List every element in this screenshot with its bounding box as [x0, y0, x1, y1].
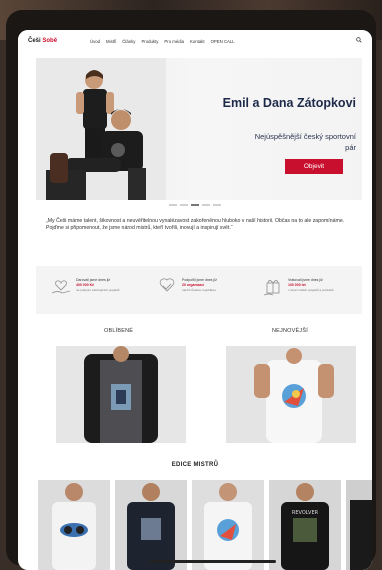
hero-couple-photo: [36, 58, 166, 200]
carousel-dot[interactable]: [202, 204, 210, 206]
heart-hand-icon: [51, 280, 71, 294]
intro-quote: „My Češi máme talent, šikovnost a neuvěř…: [46, 218, 345, 232]
impact-item-years: Vratovali jsme dnes již 100 000 let v rá…: [262, 275, 362, 305]
site-logo[interactable]: Češi Sobě: [28, 38, 57, 44]
product-photo-white-tee: [226, 346, 356, 443]
impact-item-organizations: Podpořili jsme dnes již 20 organizací na…: [156, 275, 256, 305]
impact-label: Podpořili jsme dnes již: [182, 278, 217, 282]
nav-item-kontakt[interactable]: Kontakt: [190, 39, 205, 44]
impact-label: Vratovali jsme dnes již: [288, 278, 323, 282]
impact-value: 20 organizací: [182, 283, 205, 287]
browser-screen: Češi Sobě Úvod Mistři Články Produkty Pr…: [18, 30, 372, 570]
carousel-dot[interactable]: [213, 204, 221, 206]
product-photo-tee-1: [38, 480, 110, 570]
section-title-newest: NEJNOVĚJŠÍ: [272, 328, 308, 334]
nav-item-uvod[interactable]: Úvod: [90, 39, 100, 44]
nav-item-mistri[interactable]: Mistři: [106, 39, 116, 44]
nav-item-produkty[interactable]: Produkty: [141, 39, 158, 44]
impact-value: 100 000 let: [288, 283, 306, 287]
search-icon[interactable]: [356, 37, 362, 43]
product-card-edice-5[interactable]: [346, 480, 372, 570]
impact-label: Darovali jsme dnes již: [76, 278, 111, 282]
product-card-favorite[interactable]: [56, 346, 186, 443]
impact-strip: Darovali jsme dnes již 400 000 Kč na pod…: [36, 266, 362, 314]
impact-item-donations: Darovali jsme dnes již 400 000 Kč na pod…: [50, 275, 150, 305]
carousel-dots: [18, 204, 372, 206]
impact-note: na podporu začínajících projektů: [76, 288, 120, 292]
product-card-newest[interactable]: [226, 346, 356, 443]
handshake-icon: [159, 278, 175, 292]
product-card-edice-3[interactable]: [192, 480, 264, 570]
logo-text: Češi: [28, 38, 41, 44]
product-photo-tee-3: [192, 480, 264, 570]
tablet-frame: Češi Sobě Úvod Mistři Články Produkty Pr…: [6, 10, 376, 570]
logo-accent: Sobě: [42, 38, 58, 44]
hero-banner: Emil a Dana Zátopkovi Nejúspěšnější česk…: [36, 58, 362, 200]
nav-item-pro-media[interactable]: Pro média: [164, 39, 184, 44]
section-title-favorites: OBLÍBENÉ: [104, 328, 134, 334]
impact-note: v rámci našich projektů a produktů: [288, 288, 334, 292]
hero-title: Emil a Dana Zátopkovi: [222, 96, 356, 110]
site-header: Češi Sobě Úvod Mistři Články Produkty Pr…: [18, 30, 372, 56]
section-title-masters: EDICE MISTRŮ: [171, 462, 219, 468]
carousel-dot[interactable]: [169, 204, 177, 206]
impact-value: 400 000 Kč: [76, 283, 95, 287]
main-nav: Úvod Mistři Články Produkty Pro média Ko…: [90, 39, 235, 44]
product-photo-tee-2: [115, 480, 187, 570]
nav-item-open-call[interactable]: OPEN CALL: [211, 39, 235, 44]
product-card-edice-2[interactable]: [115, 480, 187, 570]
product-photo-tee-5: [346, 480, 372, 570]
nav-item-clanky[interactable]: Články: [122, 39, 135, 44]
hero-subtitle: Nejúspěšnější český sportovní pár: [254, 132, 356, 152]
hero-cta-button[interactable]: Objevit: [285, 159, 343, 174]
product-card-edice-1[interactable]: [38, 480, 110, 570]
carousel-dot[interactable]: [180, 204, 188, 206]
impact-note: napříč Českou republikou: [182, 288, 217, 292]
product-card-edice-4[interactable]: REVOLVER: [269, 480, 341, 570]
home-indicator[interactable]: [150, 560, 276, 563]
gift-icon: [263, 280, 280, 296]
product-photo-jacket-tee: [56, 346, 186, 443]
shirt-print-text: REVOLVER: [292, 510, 319, 516]
product-photo-tee-4: REVOLVER: [269, 480, 341, 570]
carousel-dot-active[interactable]: [191, 204, 199, 206]
